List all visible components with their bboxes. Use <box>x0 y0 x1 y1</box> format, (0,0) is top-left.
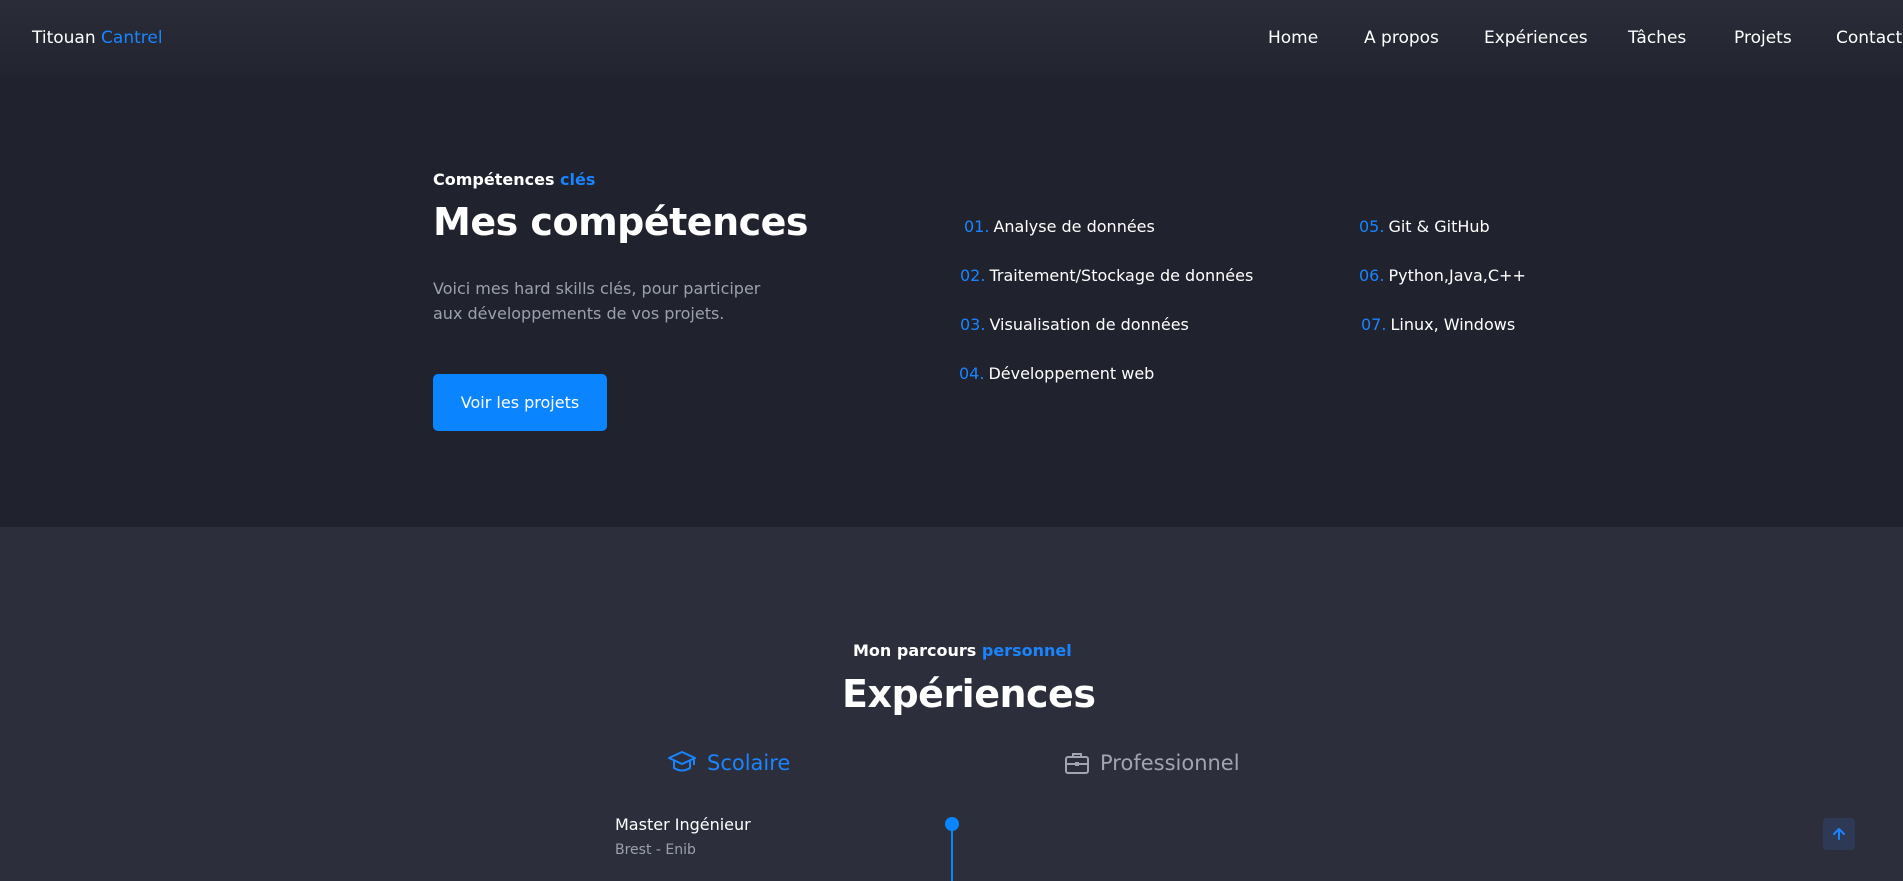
skill-label: Analyse de données <box>993 217 1155 236</box>
experiences-eyebrow-accent: personnel <box>981 641 1072 660</box>
nav-link-taches[interactable]: Tâches <box>1628 28 1686 48</box>
tab-professionnel[interactable]: Professionnel <box>1064 750 1240 776</box>
skill-label: Traitement/Stockage de données <box>989 266 1254 285</box>
skill-number: 07. <box>1361 315 1387 334</box>
nav-links: Home A propos Expériences Tâches Projets… <box>0 28 1903 52</box>
skill-number: 01. <box>964 217 990 236</box>
scroll-top-button[interactable] <box>1823 818 1855 850</box>
tab-scolaire-label: Scolaire <box>707 751 791 775</box>
graduation-cap-icon <box>668 751 696 772</box>
skills-lead: Voici mes hard skills clés, pour partici… <box>433 276 793 326</box>
skills-eyebrow: Compétences clés <box>433 170 595 189</box>
nav-link-home[interactable]: Home <box>1268 28 1318 48</box>
nav-link-a-propos[interactable]: A propos <box>1364 28 1439 48</box>
skill-label: Python,Java,C++ <box>1388 266 1526 285</box>
tab-professionnel-label: Professionnel <box>1100 751 1240 775</box>
skills-eyebrow-accent: clés <box>560 170 596 189</box>
timeline-line <box>951 829 953 881</box>
skill-item: 06. Python,Java,C++ <box>1359 266 1526 285</box>
briefcase-icon <box>1065 753 1089 774</box>
nav-link-projets[interactable]: Projets <box>1734 28 1792 48</box>
skills-lead-line-2: aux développements de vos projets. <box>433 304 725 323</box>
tab-scolaire[interactable]: Scolaire <box>667 750 790 776</box>
skill-item: 04. Développement web <box>959 364 1154 383</box>
nav-link-contact[interactable]: Contact <box>1836 28 1902 48</box>
skill-number: 05. <box>1359 217 1385 236</box>
experiences-title: Expériences <box>842 672 1096 716</box>
skill-number: 06. <box>1359 266 1385 285</box>
skills-title: Mes compétences <box>433 200 809 244</box>
skills-section <box>0 76 1903 527</box>
skill-label: Visualisation de données <box>989 315 1189 334</box>
navbar: Titouan Cantrel Home A propos Expérience… <box>0 0 1903 76</box>
experience-entry-title: Master Ingénieur <box>615 815 751 834</box>
skill-item: 07. Linux, Windows <box>1361 315 1515 334</box>
skill-number: 02. <box>960 266 986 285</box>
experience-entry-subtitle: Brest - Enib <box>615 842 696 858</box>
skills-eyebrow-main: Compétences <box>433 170 555 189</box>
skill-label: Linux, Windows <box>1390 315 1516 334</box>
arrow-up-icon <box>1833 828 1845 840</box>
skill-item: 01. Analyse de données <box>964 217 1155 236</box>
skill-label: Développement web <box>988 364 1155 383</box>
skill-item: 02. Traitement/Stockage de données <box>960 266 1253 285</box>
skill-item: 05. Git & GitHub <box>1359 217 1490 236</box>
view-projects-button[interactable]: Voir les projets <box>433 374 607 431</box>
experiences-eyebrow: Mon parcours personnel <box>853 641 1072 660</box>
nav-link-experiences[interactable]: Expériences <box>1484 28 1588 48</box>
skills-lead-line-1: Voici mes hard skills clés, pour partici… <box>433 279 761 298</box>
experiences-eyebrow-main: Mon parcours <box>853 641 977 660</box>
skill-label: Git & GitHub <box>1388 217 1490 236</box>
skill-number: 04. <box>959 364 985 383</box>
skill-item: 03. Visualisation de données <box>960 315 1189 334</box>
skill-number: 03. <box>960 315 986 334</box>
